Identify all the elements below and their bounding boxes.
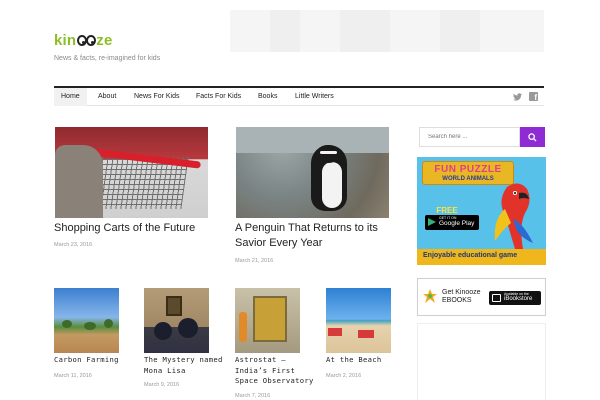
logo-text-right: ze — [96, 32, 113, 49]
post-date: March 2, 2016 — [326, 373, 362, 379]
parrot-illustration — [494, 183, 533, 249]
post-date: March 21, 2016 — [235, 258, 274, 264]
featured-image-penguin[interactable] — [236, 127, 389, 218]
site-logo[interactable]: kin ze — [54, 32, 113, 49]
facebook-icon[interactable]: f — [529, 92, 538, 102]
ebooks-banner[interactable]: Get Kinooze EBOOKS Available on the iBoo… — [417, 278, 546, 316]
sidebar-widget — [417, 323, 546, 400]
post-title[interactable]: The Mystery named Mona Lisa — [144, 355, 224, 376]
search-button[interactable] — [520, 127, 545, 147]
fun-puzzle-ad[interactable]: FUN PUZZLE WORLD ANIMALS FREE GET IT ON … — [417, 157, 546, 265]
google-play-label: Google Play — [439, 220, 475, 227]
ebooks-line1: Get Kinooze — [442, 289, 481, 296]
post-image-astrostat[interactable] — [235, 288, 300, 353]
nav-item-facts-for-kids[interactable]: Facts For Kids — [189, 88, 248, 106]
post-image-beach[interactable] — [326, 288, 391, 353]
post-date: March 23, 2016 — [54, 242, 93, 248]
search-input[interactable] — [419, 127, 520, 147]
featured-post-title[interactable]: A Penguin That Returns to its Savior Eve… — [235, 221, 395, 251]
post-title[interactable]: Astrostat – India’s First Space Observat… — [235, 355, 315, 387]
twitter-icon[interactable] — [513, 93, 522, 101]
post-date: March 11, 2016 — [54, 373, 92, 379]
search-icon — [528, 133, 537, 142]
nav-item-books[interactable]: Books — [251, 88, 284, 106]
featured-image-shopping-carts[interactable] — [55, 127, 208, 218]
post-date: March 9, 2016 — [144, 382, 180, 388]
ibookstore-badge[interactable]: Available on the iBookstore — [489, 291, 541, 305]
main-navigation: Home About News For Kids Facts For Kids … — [54, 86, 544, 106]
post-image-mona-lisa[interactable] — [144, 288, 209, 353]
post-image-carbon-farming[interactable] — [54, 288, 119, 353]
featured-post-title[interactable]: Shopping Carts of the Future — [54, 221, 214, 236]
nav-item-home[interactable]: Home — [54, 88, 87, 106]
post-title[interactable]: Carbon Farming — [54, 355, 134, 366]
header-banner — [230, 10, 544, 52]
post-title[interactable]: At the Beach — [326, 355, 406, 366]
kinooze-star-icon — [423, 289, 437, 303]
ibookstore-label: iBookstore — [504, 296, 533, 302]
logo-text-left: kin — [54, 32, 77, 49]
post-date: March 7, 2016 — [235, 393, 271, 399]
nav-item-little-writers[interactable]: Little Writers — [288, 88, 341, 106]
logo-eyes-icon — [77, 35, 97, 46]
nav-item-about[interactable]: About — [91, 88, 123, 106]
play-store-icon — [428, 218, 436, 226]
ibooks-icon — [492, 294, 501, 302]
ad-footer: Enjoyable educational game — [417, 249, 546, 265]
ad-footer-text: Enjoyable educational game — [423, 252, 518, 259]
nav-item-news-for-kids[interactable]: News For Kids — [127, 88, 187, 106]
site-tagline: News & facts, re-imagined for kids — [54, 55, 161, 62]
google-play-badge[interactable]: GET IT ON Google Play — [425, 215, 479, 230]
ad-title: FUN PUZZLE — [434, 164, 502, 175]
ebooks-line2: EBOOKS — [442, 297, 472, 304]
ad-free-label: FREE — [436, 206, 458, 215]
